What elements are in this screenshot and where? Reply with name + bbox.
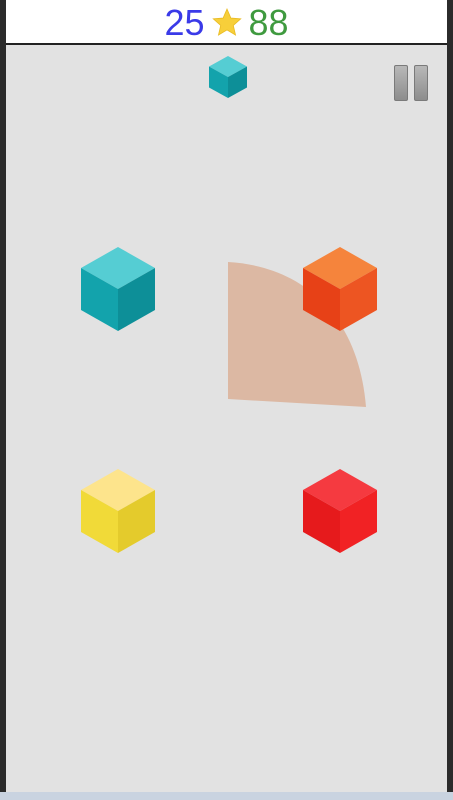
- current-score: 25: [164, 2, 205, 43]
- cube-yellow-bottom-left[interactable]: [81, 469, 155, 553]
- best-score: 88: [248, 2, 289, 43]
- playfield: [6, 45, 447, 792]
- window-bottom-edge: [0, 792, 453, 800]
- game-window: 25 88: [0, 0, 453, 800]
- pause-icon: [394, 65, 408, 101]
- pause-icon-bar: [414, 65, 428, 101]
- score-row: 25 88: [6, 3, 447, 43]
- cube-teal-top-left[interactable]: [81, 247, 155, 331]
- cube-orange-top-right[interactable]: [303, 247, 377, 331]
- next-cube-icon: [209, 56, 247, 98]
- score-bar: 25 88: [6, 0, 447, 45]
- pause-button[interactable]: [392, 65, 430, 101]
- cube-red-bottom-right[interactable]: [303, 469, 377, 553]
- star-icon: [211, 7, 243, 39]
- window-right-edge: [447, 0, 453, 800]
